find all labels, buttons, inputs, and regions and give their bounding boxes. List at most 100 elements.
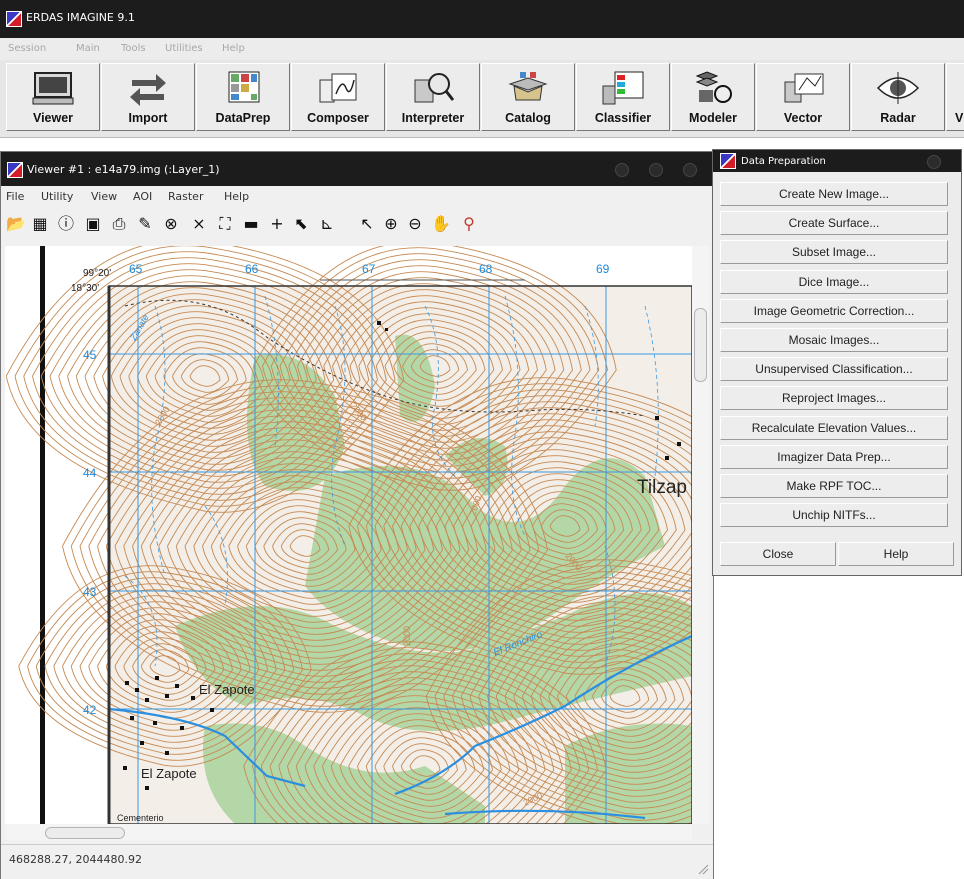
dataprep-option-button[interactable]: Imagizer Data Prep... <box>720 444 948 469</box>
dataprep-option-button[interactable]: Mosaic Images... <box>720 328 948 352</box>
grid-label-left-43: 43 <box>83 585 97 599</box>
viewer-menu-raster[interactable]: Raster <box>168 190 203 203</box>
viewer-menu-file[interactable]: File <box>6 190 24 203</box>
erdas-title: ERDAS IMAGINE 9.1 <box>26 11 135 24</box>
dataprep-option-button[interactable]: Create New Image... <box>720 182 948 206</box>
radar-button[interactable]: Radar <box>851 63 945 131</box>
menu-main[interactable]: Main <box>76 43 100 54</box>
place-label-cementerio: Cementerio <box>117 813 164 823</box>
magnifier-grid-icon <box>414 73 455 103</box>
classifier-button[interactable]: Classifier <box>576 63 670 131</box>
dataprep-option-button[interactable]: Image Geometric Correction... <box>720 298 948 323</box>
viewer-button[interactable]: Viewer <box>6 63 100 131</box>
data-preparation-title-bar[interactable]: Data Preparation <box>713 150 961 172</box>
info-icon[interactable]: ⓘ <box>56 214 76 234</box>
profile-icon[interactable]: ⊾ <box>317 214 337 234</box>
arrow-tool-icon[interactable]: ⬉ <box>291 214 311 234</box>
zoom-out-icon[interactable]: ⊖ <box>405 214 425 234</box>
dataprep-option-button[interactable]: Recalculate Elevation Values... <box>720 415 948 440</box>
zoom-fit-in-icon[interactable]: ⨯ <box>189 214 209 234</box>
menu-tools[interactable]: Tools <box>121 43 146 54</box>
horizontal-scroll-thumb[interactable] <box>45 827 125 839</box>
dataprep-grid-icon <box>228 71 260 103</box>
menu-session[interactable]: Session <box>8 43 46 54</box>
topographic-map: 99°20' 18°30' 65 66 67 68 69 45 44 43 42… <box>5 246 692 824</box>
viewer-menubar: File Utility View AOI Raster Help <box>1 186 713 206</box>
dataprep-app-icon <box>720 153 736 169</box>
dataprep-button[interactable]: DataPrep <box>196 63 290 131</box>
close-button[interactable] <box>683 163 697 177</box>
grid-label-top-67: 67 <box>362 262 376 276</box>
interpreter-button[interactable]: Interpreter <box>386 63 480 131</box>
grid-label-top-68: 68 <box>479 262 493 276</box>
rotate-icon[interactable]: ⊗ <box>161 214 181 234</box>
place-label-el-zapote-south: El Zapote <box>141 766 197 781</box>
vertical-scroll-thumb[interactable] <box>694 308 707 382</box>
erdas-menubar: Session Main Tools Utilities Help <box>0 38 964 60</box>
viewer-window: Viewer #1 : e14a79.img (:Layer_1) File U… <box>0 151 714 879</box>
select-pointer-icon[interactable]: ↖ <box>357 214 377 234</box>
grid-label-left-45: 45 <box>83 348 97 362</box>
erdas-app-icon <box>6 11 22 27</box>
open-folder-icon[interactable]: 📂 <box>6 214 26 234</box>
vector-button[interactable]: Vector <box>756 63 850 131</box>
crosshair-icon[interactable]: + <box>267 214 287 234</box>
zoom-in-icon[interactable]: ⊕ <box>381 214 401 234</box>
dataprep-option-button[interactable]: Make RPF TOC... <box>720 474 948 498</box>
resize-grip-icon[interactable] <box>697 863 709 875</box>
classifier-legend-icon <box>602 71 644 105</box>
pan-hand-icon[interactable]: ✋ <box>431 214 451 234</box>
minimize-button[interactable] <box>615 163 629 177</box>
dataprep-option-button[interactable]: Create Surface... <box>720 211 948 236</box>
vertical-scrollbar[interactable] <box>692 246 709 824</box>
viewer-menu-help[interactable]: Help <box>224 190 249 203</box>
vector-button-label: Vector <box>783 111 823 125</box>
import-button[interactable]: Import <box>101 63 195 131</box>
viewer-app-icon <box>7 162 23 178</box>
dataprep-option-button[interactable]: Unsupervised Classification... <box>720 357 948 382</box>
modeler-shapes-icon <box>695 71 732 103</box>
close-button[interactable]: Close <box>720 542 836 566</box>
vector-grid-icon <box>784 73 824 103</box>
import-arrows-icon <box>130 74 166 106</box>
viewer-menu-aoi[interactable]: AOI <box>133 190 152 203</box>
grid-label-top-69: 69 <box>596 262 610 276</box>
save-icon[interactable]: ▣ <box>83 214 103 234</box>
contour-label-4: 2000 <box>402 626 412 646</box>
classifier-button-label: Classifier <box>594 111 652 125</box>
viewer-menu-view[interactable]: View <box>91 190 117 203</box>
dataprep-button-label: DataPrep <box>215 111 271 125</box>
menu-utilities[interactable]: Utilities <box>165 43 203 54</box>
viewer-title: Viewer #1 : e14a79.img (:Layer_1) <box>27 163 220 176</box>
dataprep-option-button[interactable]: Subset Image... <box>720 240 948 265</box>
map-canvas[interactable]: 99°20' 18°30' 65 66 67 68 69 45 44 43 42… <box>5 246 692 824</box>
zoom-fit-out-icon[interactable]: ⛶ <box>215 214 235 234</box>
truncated-toolbar-button[interactable]: V <box>946 63 964 131</box>
viewer-title-bar[interactable]: Viewer #1 : e14a79.img (:Layer_1) <box>1 152 713 186</box>
horizontal-scrollbar[interactable] <box>5 824 692 840</box>
open-layer-icon[interactable]: ▦ <box>30 214 50 234</box>
maximize-button[interactable] <box>649 163 663 177</box>
help-button[interactable]: Help <box>838 542 954 566</box>
map-composer-icon <box>319 73 357 103</box>
dataprep-option-button[interactable]: Reproject Images... <box>720 386 948 411</box>
dataprep-option-button[interactable]: Dice Image... <box>720 269 948 294</box>
eraser-icon[interactable]: ✎ <box>135 214 155 234</box>
data-preparation-dialog: Data Preparation Create New Image... Crea… <box>712 149 962 576</box>
modeler-button-label: Modeler <box>689 111 737 125</box>
composer-button[interactable]: Composer <box>291 63 385 131</box>
viewer-menu-utility[interactable]: Utility <box>41 190 73 203</box>
viewer-button-label: Viewer <box>32 111 74 125</box>
modeler-button[interactable]: Modeler <box>671 63 755 131</box>
print-icon[interactable]: ⎙ <box>109 214 129 234</box>
status-bar: 468288.27, 2044480.92 <box>1 844 713 879</box>
dataprep-option-button[interactable]: Unchip NITFs... <box>720 503 948 528</box>
dataprep-close-dot[interactable] <box>927 155 941 169</box>
radar-eye-icon <box>876 72 920 104</box>
inquire-cursor-icon[interactable]: ⚲ <box>459 214 479 234</box>
place-label-tilzap: Tilzap <box>637 477 687 498</box>
measure-icon[interactable]: ▬ <box>241 214 261 234</box>
menu-help[interactable]: Help <box>222 43 245 54</box>
catalog-button[interactable]: Catalog <box>481 63 575 131</box>
viewer-toolbar: 📂 ▦ ⓘ ▣ ⎙ ✎ ⊗ ⨯ ⛶ ▬ + ⬉ ⊾ ↖ ⊕ ⊖ ✋ ⚲ <box>1 206 713 242</box>
